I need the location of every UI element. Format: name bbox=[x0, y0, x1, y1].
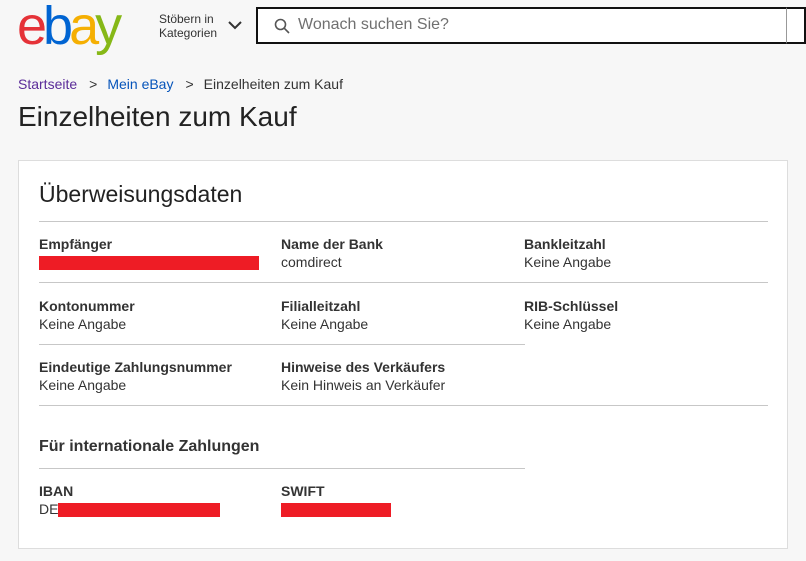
breadcrumb-current: Einzelheiten zum Kauf bbox=[203, 76, 343, 92]
breadcrumb-separator: > bbox=[185, 76, 194, 92]
field-swift: SWIFT bbox=[281, 482, 391, 518]
field-rib-key: RIB-Schlüssel Keine Angabe bbox=[524, 298, 619, 332]
divider bbox=[39, 344, 525, 345]
breadcrumb-my-ebay-link[interactable]: Mein eBay bbox=[107, 76, 173, 92]
search-icon bbox=[274, 18, 290, 34]
field-account-number: Kontonummer Keine Angabe bbox=[39, 298, 135, 332]
divider bbox=[39, 468, 525, 469]
header: ebay Stöbern in Kategorien bbox=[0, 0, 806, 62]
card-title: Überweisungsdaten bbox=[39, 181, 243, 207]
categories-button[interactable]: Stöbern in Kategorien bbox=[159, 12, 217, 40]
redacted-value bbox=[39, 256, 259, 271]
redacted-value bbox=[58, 503, 221, 518]
divider bbox=[39, 405, 768, 406]
ebay-logo[interactable]: ebay bbox=[17, 0, 122, 53]
field-iban: IBAN DE bbox=[39, 482, 221, 518]
field-bank-code: Bankleitzahl Keine Angabe bbox=[524, 236, 612, 270]
page-title: Einzelheiten zum Kauf bbox=[18, 101, 297, 132]
field-recipient: Empfänger bbox=[39, 235, 259, 271]
field-bank-name: Name der Bank comdirect bbox=[281, 236, 383, 270]
field-branch-code: Filialleitzahl Keine Angabe bbox=[281, 298, 369, 332]
redacted-value bbox=[281, 503, 391, 518]
international-payments-heading: Für internationale Zahlungen bbox=[39, 438, 260, 455]
search-input[interactable] bbox=[298, 13, 768, 37]
search-category-select[interactable] bbox=[786, 7, 806, 44]
divider bbox=[39, 282, 768, 283]
search-box bbox=[256, 7, 787, 44]
field-payment-id: Eindeutige Zahlungsnummer Keine Angabe bbox=[39, 359, 232, 393]
field-seller-notes: Hinweise des Verkäufers Kein Hinweis an … bbox=[281, 359, 446, 393]
divider bbox=[39, 221, 768, 222]
breadcrumb: Startseite > Mein eBay > Einzelheiten zu… bbox=[18, 76, 343, 92]
breadcrumb-separator: > bbox=[89, 76, 98, 92]
breadcrumb-home-link[interactable]: Startseite bbox=[18, 76, 77, 92]
chevron-down-icon[interactable] bbox=[228, 20, 242, 30]
transfer-details-card: Überweisungsdaten Empfänger Name der Ban… bbox=[18, 160, 788, 549]
